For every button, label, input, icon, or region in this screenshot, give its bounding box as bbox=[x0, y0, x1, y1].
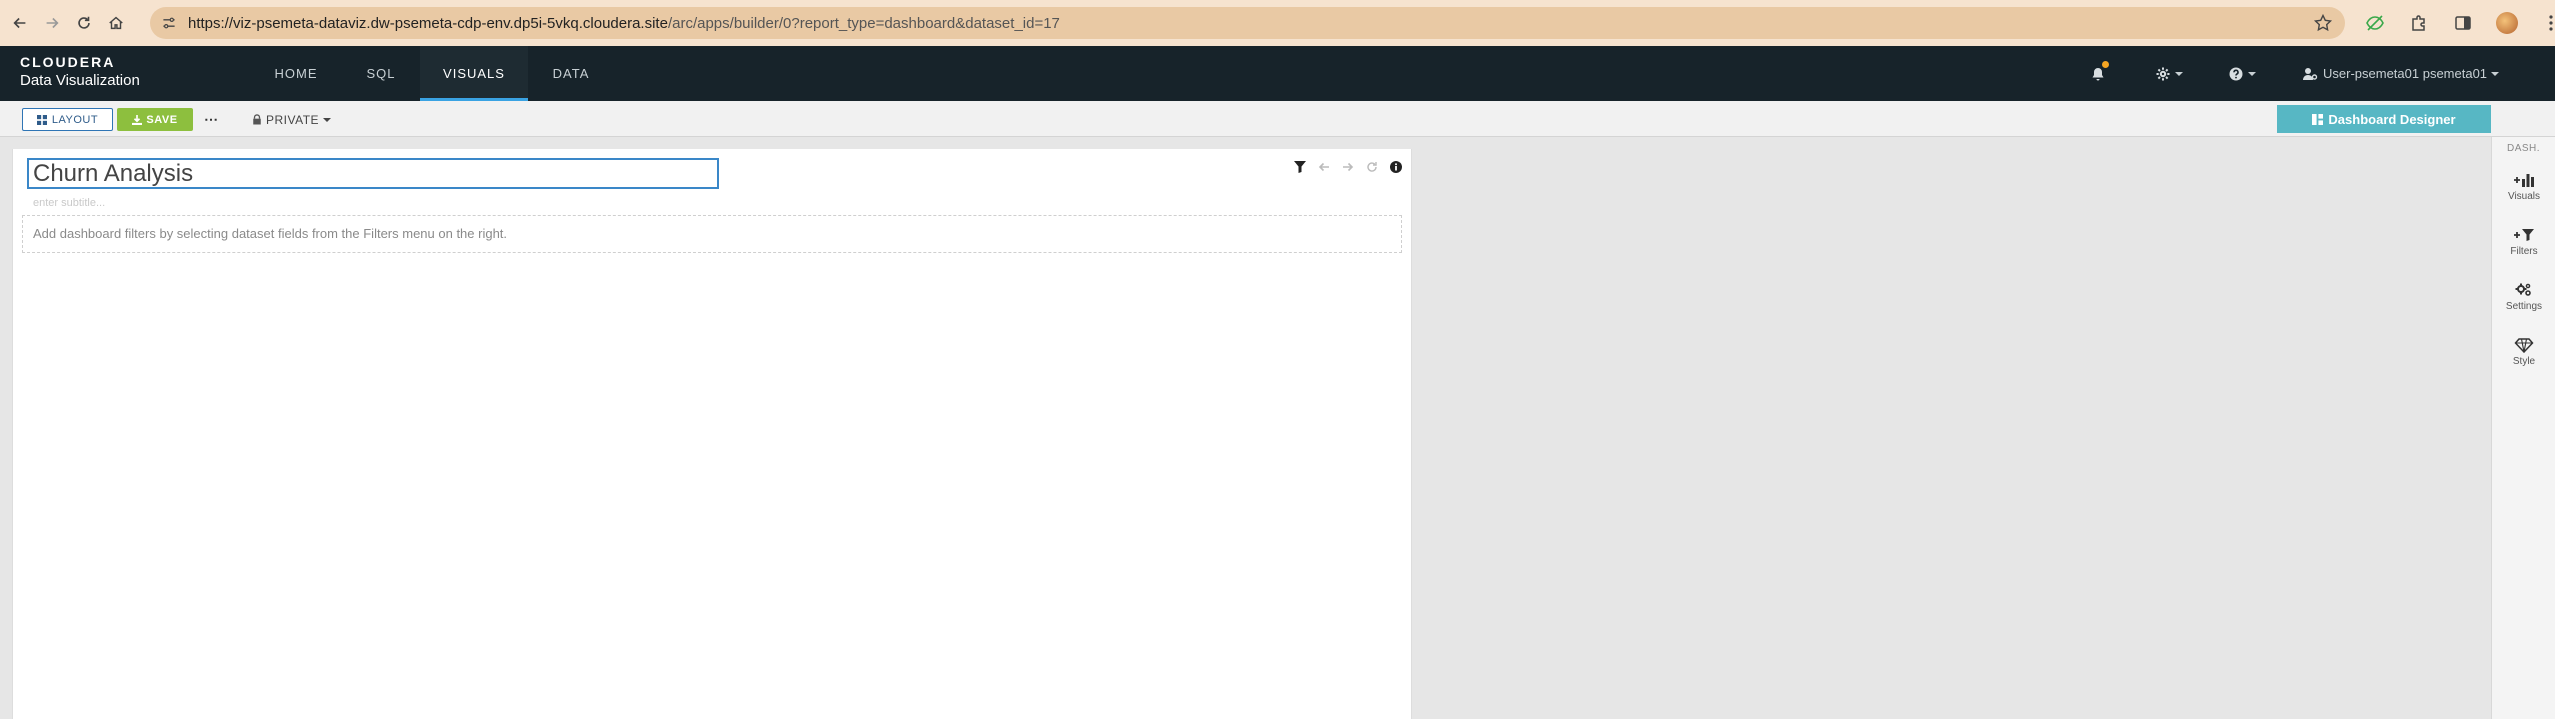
profile-avatar-icon[interactable] bbox=[2492, 8, 2522, 38]
dashboard-designer-button[interactable]: Dashboard Designer bbox=[2277, 105, 2491, 133]
caret-down-icon bbox=[323, 117, 332, 122]
dashboard-canvas: enter subtitle... Add dashboard filters … bbox=[12, 149, 1412, 719]
browser-menu-icon[interactable] bbox=[2536, 8, 2555, 38]
user-cog-icon bbox=[2302, 66, 2318, 82]
bell-icon bbox=[2090, 66, 2106, 82]
visibility-label: PRIVATE bbox=[266, 112, 320, 127]
help-menu[interactable] bbox=[2228, 46, 2256, 101]
url-text: https://viz-psemeta-dataviz.dw-psemeta-c… bbox=[188, 15, 1060, 32]
undo-arrow-icon[interactable] bbox=[1315, 158, 1333, 176]
nav-home[interactable]: HOME bbox=[268, 46, 324, 101]
filter-funnel-icon[interactable] bbox=[1291, 158, 1309, 176]
layout-label: LAYOUT bbox=[51, 113, 99, 126]
extensions-puzzle-icon[interactable] bbox=[2404, 8, 2434, 38]
rail-item-style[interactable]: Style bbox=[2492, 324, 2555, 379]
more-options-button[interactable]: ⋯ bbox=[200, 108, 222, 131]
dashboard-filter-dropzone: Add dashboard filters by selecting datas… bbox=[22, 215, 1402, 253]
add-filter-icon bbox=[2513, 227, 2535, 243]
back-arrow-icon[interactable] bbox=[6, 9, 34, 37]
rail-label-style: Style bbox=[2512, 355, 2536, 367]
notifications-button[interactable] bbox=[2090, 46, 2114, 101]
caret-down-icon bbox=[2491, 71, 2500, 76]
rail-label-settings: Settings bbox=[2505, 300, 2543, 312]
save-label: SAVE bbox=[146, 113, 178, 126]
side-panel-icon[interactable] bbox=[2448, 8, 2478, 38]
grid-icon bbox=[36, 114, 47, 125]
product-name: Data Visualization bbox=[20, 72, 140, 89]
lock-icon bbox=[252, 114, 262, 125]
rail-label-visuals: Visuals bbox=[2507, 190, 2541, 202]
refresh-icon[interactable] bbox=[1363, 158, 1381, 176]
question-circle-icon bbox=[2228, 66, 2244, 82]
extension-eye-icon[interactable] bbox=[2360, 8, 2390, 38]
notification-dot bbox=[2102, 61, 2109, 68]
cloudera-logo: CLOUDERA bbox=[20, 54, 116, 70]
nav-sql[interactable]: SQL bbox=[356, 46, 406, 101]
designer-side-rail: DASH. Visuals Filters Settings Style bbox=[2491, 137, 2555, 719]
settings-menu[interactable] bbox=[2155, 46, 2183, 101]
app-header: CLOUDERA Data Visualization HOME SQL VIS… bbox=[0, 46, 2555, 101]
caret-down-icon bbox=[2248, 71, 2256, 76]
rail-heading: DASH. bbox=[2506, 143, 2541, 154]
nav-data[interactable]: DATA bbox=[545, 46, 597, 101]
rail-item-visuals[interactable]: Visuals bbox=[2492, 159, 2555, 214]
subtitle-placeholder[interactable]: enter subtitle... bbox=[33, 197, 105, 209]
home-icon[interactable] bbox=[102, 9, 130, 37]
forward-arrow-icon[interactable] bbox=[38, 9, 66, 37]
info-icon[interactable] bbox=[1387, 158, 1405, 176]
user-menu[interactable]: User-psemeta01 psemeta01 bbox=[2302, 46, 2500, 101]
address-bar[interactable]: https://viz-psemeta-dataviz.dw-psemeta-c… bbox=[150, 7, 2345, 39]
dashboard-grid-icon bbox=[2312, 113, 2324, 125]
url-path: /arc/apps/builder/0?report_type=dashboar… bbox=[667, 14, 1060, 32]
download-icon bbox=[132, 114, 143, 125]
nav-visuals[interactable]: VISUALS bbox=[420, 46, 528, 101]
browser-actions bbox=[2360, 8, 2555, 38]
gear-icon bbox=[2155, 66, 2171, 82]
dashboard-title-input[interactable] bbox=[27, 158, 719, 189]
rail-item-settings[interactable]: Settings bbox=[2492, 269, 2555, 324]
user-name: User-psemeta01 psemeta01 bbox=[2323, 66, 2488, 81]
layout-button[interactable]: LAYOUT bbox=[22, 108, 113, 131]
reload-icon[interactable] bbox=[70, 9, 98, 37]
cogs-icon bbox=[2513, 282, 2535, 298]
save-button[interactable]: SAVE bbox=[117, 108, 193, 131]
redo-arrow-icon[interactable] bbox=[1339, 158, 1357, 176]
brand[interactable]: CLOUDERA Data Visualization bbox=[20, 54, 140, 90]
canvas-tools bbox=[1291, 158, 1411, 176]
site-settings-icon[interactable] bbox=[158, 12, 180, 34]
url-host: https://viz-psemeta-dataviz.dw-psemeta-c… bbox=[188, 14, 668, 32]
rail-item-filters[interactable]: Filters bbox=[2492, 214, 2555, 269]
designer-label: Dashboard Designer bbox=[2328, 111, 2456, 127]
diamond-icon bbox=[2513, 337, 2535, 353]
visibility-dropdown[interactable]: PRIVATE bbox=[252, 108, 332, 131]
dashboard-toolbar: LAYOUT SAVE ⋯ PRIVATE Dashboard Designer bbox=[0, 101, 2555, 137]
add-chart-icon bbox=[2513, 172, 2535, 188]
bookmark-star-icon[interactable] bbox=[2313, 13, 2333, 33]
rail-label-filters: Filters bbox=[2510, 245, 2538, 257]
caret-down-icon bbox=[2175, 71, 2183, 76]
browser-toolbar: https://viz-psemeta-dataviz.dw-psemeta-c… bbox=[0, 0, 2555, 46]
